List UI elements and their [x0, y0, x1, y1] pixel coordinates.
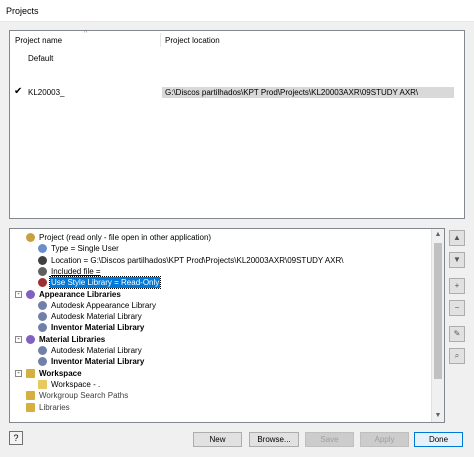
tree-item[interactable]: - Material Libraries: [10, 334, 430, 345]
remove-button[interactable]: −: [449, 300, 465, 316]
tree-scrollbar[interactable]: ▲ ▼: [431, 229, 444, 422]
tree-item[interactable]: Autodesk Material Library: [10, 311, 430, 322]
tree-item[interactable]: Autodesk Appearance Library: [10, 300, 430, 311]
browse-tree-button[interactable]: ⌕: [449, 348, 465, 364]
document-arrow-icon: [38, 266, 47, 276]
project-icon: [26, 233, 35, 242]
tree-item-label: Inventor Material Library: [51, 323, 145, 333]
text-field-icon: [38, 255, 47, 265]
project-settings-tree[interactable]: Project (read only - file open in other …: [9, 228, 445, 423]
minus-icon: −: [454, 303, 460, 312]
library-icon: [38, 312, 47, 322]
column-separator[interactable]: [160, 33, 161, 47]
help-button[interactable]: ?: [9, 431, 23, 445]
tree-item-label: Use Style Library = Read-Only: [48, 276, 162, 290]
tree-item[interactable]: Project (read only - file open in other …: [10, 232, 430, 243]
tree-item[interactable]: Included file =: [10, 266, 430, 277]
project-list[interactable]: Project name ^ Project location Default …: [9, 30, 465, 219]
tree-item-label: Workspace - .: [51, 379, 101, 389]
plus-icon: +: [454, 281, 460, 290]
project-location: G:\Discos partilhados\KPT Prod\Projects\…: [162, 87, 454, 98]
tree-item-label: Workspace: [39, 368, 82, 378]
tree-item[interactable]: - Workspace: [10, 368, 430, 379]
style-library-icon: [38, 278, 47, 288]
title-bar: Projects: [0, 0, 474, 22]
sort-ascending-icon: ^: [84, 30, 88, 37]
tree-item-label: Libraries: [39, 402, 70, 412]
add-button[interactable]: +: [449, 278, 465, 294]
tree-item-label: Inventor Material Library: [51, 357, 145, 367]
project-row-default[interactable]: Default: [10, 53, 464, 65]
tree-item-label: Workgroup Search Paths: [39, 391, 129, 401]
tree-item-label: Type = Single User: [51, 244, 119, 254]
tree-item[interactable]: Workspace - .: [10, 379, 430, 390]
person-icon: [38, 244, 47, 254]
library-icon: [38, 323, 47, 333]
save-button[interactable]: Save: [305, 432, 354, 447]
pencil-icon: ✎: [453, 329, 461, 338]
tree-item-label: Autodesk Material Library: [51, 346, 142, 355]
tree-item-label: Included file =: [51, 266, 101, 276]
library-icon: [38, 300, 47, 310]
scroll-up-icon[interactable]: ▲: [432, 229, 444, 241]
tree-item[interactable]: Libraries: [10, 402, 430, 413]
edit-button[interactable]: ✎: [449, 326, 465, 342]
tree-item-label: Appearance Libraries: [39, 289, 121, 299]
tree-item[interactable]: Inventor Material Library: [10, 322, 430, 333]
workgroup-icon: [26, 391, 35, 401]
appearance-library-icon: [26, 289, 35, 299]
tree-item[interactable]: Use Style Library = Read-Only: [10, 276, 430, 290]
tree-item[interactable]: Location = G:\Discos partilhados\KPT Pro…: [10, 255, 430, 266]
scroll-thumb[interactable]: [434, 243, 442, 379]
collapse-toggle-icon[interactable]: -: [15, 335, 22, 343]
project-name: KL20003_: [28, 88, 65, 97]
workspace-icon: [26, 368, 35, 378]
tree-item[interactable]: Autodesk Material Library: [10, 345, 430, 356]
tree-item[interactable]: Workgroup Search Paths: [10, 390, 430, 401]
help-icon: ?: [13, 433, 19, 443]
tree-item-label: Autodesk Appearance Library: [51, 300, 156, 310]
browse-button[interactable]: Browse...: [249, 432, 299, 447]
tree-item-label: Project (read only - file open in other …: [39, 233, 212, 242]
tree-item-label: Autodesk Material Library: [51, 312, 142, 322]
scroll-down-icon[interactable]: ▼: [432, 410, 444, 422]
project-name: Default: [28, 54, 54, 63]
column-header-project-location[interactable]: Project location: [165, 36, 220, 45]
collapse-toggle-icon[interactable]: -: [15, 290, 22, 298]
active-check-icon: ✔: [14, 86, 23, 97]
window-title: Projects: [6, 6, 39, 16]
tree-item-label: Material Libraries: [39, 334, 106, 344]
tree-item[interactable]: Type = Single User: [10, 243, 430, 254]
apply-button[interactable]: Apply: [360, 432, 409, 447]
triangle-up-icon: ▲: [453, 233, 461, 242]
tree-item-label: Location = G:\Discos partilhados\KPT Pro…: [51, 255, 344, 265]
move-down-button[interactable]: ▼: [449, 252, 465, 268]
libraries-icon: [26, 402, 35, 412]
tree-item[interactable]: Inventor Material Library: [10, 356, 430, 367]
triangle-down-icon: ▼: [453, 255, 461, 264]
tree-item[interactable]: - Appearance Libraries: [10, 289, 430, 300]
new-button[interactable]: New: [193, 432, 242, 447]
find-icon: ⌕: [454, 351, 460, 360]
collapse-toggle-icon[interactable]: -: [15, 369, 22, 377]
done-button[interactable]: Done: [414, 432, 463, 447]
column-header-project-name[interactable]: Project name: [15, 36, 62, 45]
project-list-header: Project name ^ Project location: [10, 30, 464, 49]
folder-icon: [38, 379, 47, 389]
project-row-active[interactable]: ✔ KL20003_ G:\Discos partilhados\KPT Pro…: [10, 86, 464, 99]
library-icon: [38, 357, 47, 367]
material-library-icon: [26, 334, 35, 344]
library-icon: [38, 346, 47, 355]
move-up-button[interactable]: ▲: [449, 230, 465, 246]
